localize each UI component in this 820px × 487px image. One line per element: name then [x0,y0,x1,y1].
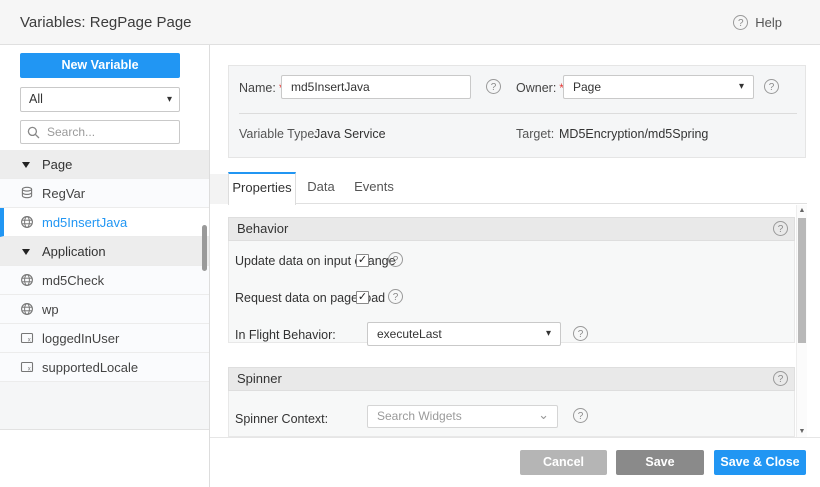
variables-sidebar: New Variable All ▾ Page RegVar md5Insert… [0,45,210,487]
collapse-triangle-icon [22,162,30,168]
behavior-section-body: Update data on input change ✓ ? Request … [228,241,795,343]
in-flight-behavior-help-icon[interactable]: ? [573,326,588,341]
check-icon: ✓ [358,291,367,303]
tab-events[interactable]: Events [346,172,402,204]
variable-icon: x [20,331,34,345]
in-flight-behavior-label: In Flight Behavior: [235,328,336,342]
request-on-page-load-help-icon[interactable]: ? [388,289,403,304]
search-icon [27,126,40,139]
owner-select[interactable]: Page ▾ [563,75,754,99]
variable-type-value: Java Service [314,127,386,141]
target-value: MD5Encryption/md5Spring [559,127,708,141]
svg-text:x: x [28,337,31,343]
sidebar-scrollbar-thumb[interactable] [202,225,207,271]
spinner-context-help-icon[interactable]: ? [573,408,588,423]
variable-filter-value: All [29,92,43,106]
spinner-context-label: Spinner Context: [235,412,328,426]
svg-text:x: x [28,366,31,372]
properties-scrollbar-thumb[interactable] [798,218,806,343]
behavior-section-header: Behavior ? [228,217,795,241]
variable-type-label: Variable Type: [239,127,318,141]
variable-icon: x [20,360,34,374]
page-title: Variables: RegPage Page [20,0,192,45]
tree-group-application[interactable]: Application [0,237,209,266]
owner-value: Page [573,80,601,94]
tree-item-supportedlocale[interactable]: x supportedLocale [0,353,209,382]
variable-search[interactable] [20,120,180,144]
search-input[interactable] [45,124,173,140]
update-on-input-change-label: Update data on input change [235,254,396,268]
spinner-section-header: Spinner ? [228,367,795,391]
service-icon [20,215,34,229]
panel-divider [239,113,797,114]
scroll-down-icon[interactable]: ▼ [797,428,807,435]
tree-item-md5check[interactable]: md5Check [0,266,209,295]
tree-empty-area [0,382,209,430]
service-icon [20,273,34,287]
name-label: Name:* [239,81,284,95]
tree-item-wp[interactable]: wp [0,295,209,324]
collapse-triangle-icon [22,249,30,255]
tab-properties[interactable]: Properties [228,172,296,205]
chevron-down-icon: ▾ [739,76,744,98]
spinner-help-icon[interactable]: ? [773,371,788,386]
behavior-help-icon[interactable]: ? [773,221,788,236]
target-label: Target: [516,127,554,141]
tab-data[interactable]: Data [296,172,346,204]
owner-help-icon[interactable]: ? [764,79,779,94]
check-icon: ✓ [358,254,367,266]
tree-group-page[interactable]: Page [0,150,209,179]
tree-item-regvar[interactable]: RegVar [0,179,209,208]
help-icon: ? [733,15,748,30]
save-and-close-button[interactable]: Save & Close [714,450,806,475]
help-button[interactable]: ? Help [733,0,782,45]
name-input[interactable] [281,75,471,99]
save-button[interactable]: Save [616,450,704,475]
tree-item-loggedinuser[interactable]: x loggedInUser [0,324,209,353]
spinner-section-body: Spinner Context: Search Widgets ⌄ ? [228,391,795,437]
variable-filter-select[interactable]: All ▾ [20,87,180,112]
properties-scrollbar[interactable]: ▲ ▼ [796,205,807,437]
in-flight-behavior-select[interactable]: executeLast ▾ [367,322,561,346]
new-variable-button[interactable]: New Variable [20,53,180,78]
spinner-context-select[interactable]: Search Widgets ⌄ [367,405,558,428]
scroll-up-icon[interactable]: ▲ [797,207,807,214]
cancel-button[interactable]: Cancel [520,450,607,475]
dialog-header: Variables: RegPage Page ? Help [0,0,820,45]
database-icon [20,186,34,200]
variable-tree: Page RegVar md5InsertJava Application md… [0,150,209,382]
update-on-input-change-help-icon[interactable]: ? [388,252,403,267]
in-flight-behavior-value: executeLast [377,327,442,341]
variable-summary-panel: Name:* ? Owner:* Page ▾ ? Variable Type:… [228,65,806,158]
chevron-down-icon: ▾ [546,323,551,345]
update-on-input-change-checkbox[interactable]: ✓ [356,254,369,267]
tab-bar: Properties Data Events [210,172,807,204]
service-icon [20,302,34,316]
request-on-page-load-checkbox[interactable]: ✓ [356,291,369,304]
footer-divider [210,437,820,438]
tab-bar-stub [210,174,228,204]
name-help-icon[interactable]: ? [486,79,501,94]
help-label: Help [755,15,782,30]
tree-item-md5insertjava[interactable]: md5InsertJava [0,208,209,237]
chevron-down-icon: ▾ [167,88,172,111]
owner-label: Owner:* [516,81,564,95]
spinner-context-placeholder: Search Widgets [377,409,462,423]
chevron-down-icon: ⌄ [538,404,549,425]
